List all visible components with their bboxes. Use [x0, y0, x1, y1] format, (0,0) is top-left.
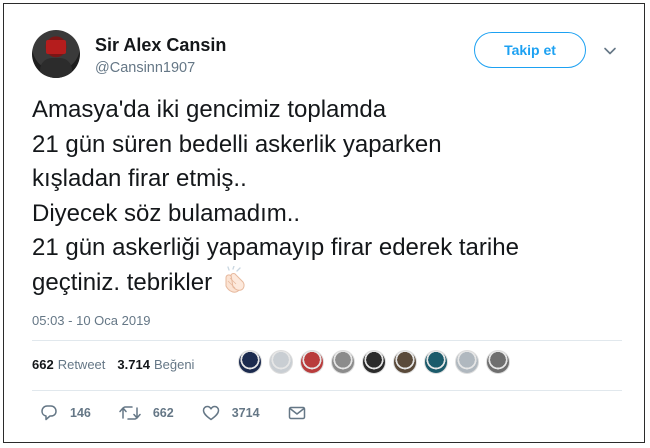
user-handle[interactable]: @Cansinn1907	[95, 60, 195, 76]
tweet-actions: 146 662 3714	[40, 404, 346, 421]
liker-avatar[interactable]	[393, 350, 417, 374]
chevron-down-icon[interactable]	[603, 44, 617, 58]
avatar-figure	[40, 58, 72, 78]
liker-avatar[interactable]	[455, 350, 479, 374]
liker-avatar[interactable]	[331, 350, 355, 374]
tweet-line: kışladan firar etmiş..	[32, 165, 247, 192]
retweet-label: Retweet	[57, 357, 106, 372]
liker-avatar[interactable]	[238, 350, 262, 374]
avatar-badge	[46, 40, 66, 54]
like-stat[interactable]: 3.714 Beğeni	[117, 357, 194, 372]
tweet-line: Diyecek söz bulamadım..	[32, 199, 301, 227]
liker-avatar[interactable]	[486, 350, 510, 374]
tweet-stats: 662 Retweet 3.714 Beğeni	[32, 357, 206, 372]
envelope-icon	[288, 406, 305, 419]
divider	[32, 390, 622, 391]
like-count: 3.714	[117, 357, 150, 372]
liker-avatar[interactable]	[362, 350, 386, 374]
retweet-icon	[119, 405, 141, 420]
display-name[interactable]: Sir Alex Cansin	[95, 35, 226, 56]
like-label: Beğeni	[153, 357, 195, 372]
retweet-count: 662	[32, 357, 54, 372]
retweet-action-count: 662	[152, 405, 174, 420]
retweet-action[interactable]: 662	[119, 405, 174, 421]
divider	[32, 340, 622, 341]
follow-button[interactable]: Takip et	[474, 32, 586, 68]
liker-avatar[interactable]	[300, 350, 324, 374]
clapping-hands-icon	[225, 266, 245, 293]
like-action-count: 3714	[231, 405, 260, 420]
heart-icon	[202, 405, 219, 420]
liker-avatar[interactable]	[269, 350, 293, 374]
tweet-line-last: geçtiniz. tebrikler	[32, 266, 622, 301]
direct-message-action[interactable]	[288, 406, 318, 420]
reply-action[interactable]: 146	[40, 404, 91, 421]
liker-avatars	[238, 350, 517, 374]
tweet-timestamp[interactable]: 05:03 - 10 Oca 2019	[32, 313, 151, 328]
avatar[interactable]	[32, 30, 80, 78]
like-action[interactable]: 3714	[202, 405, 260, 421]
tweet-line: geçtiniz. tebrikler	[32, 268, 213, 296]
tweet-line: Amasya'da iki gencimiz toplamda	[32, 96, 387, 123]
tweet-line: 21 gün askerliği yapamayıp firar ederek …	[32, 234, 519, 261]
tweet-line: 21 gün süren bedelli askerlik yaparken	[32, 130, 442, 158]
tweet-text: Amasya'da iki gencimiz toplamda 21 gün s…	[32, 93, 622, 300]
liker-avatar[interactable]	[424, 350, 448, 374]
reply-icon	[41, 405, 57, 421]
reply-count: 146	[70, 405, 91, 420]
retweet-stat[interactable]: 662 Retweet	[32, 357, 105, 372]
